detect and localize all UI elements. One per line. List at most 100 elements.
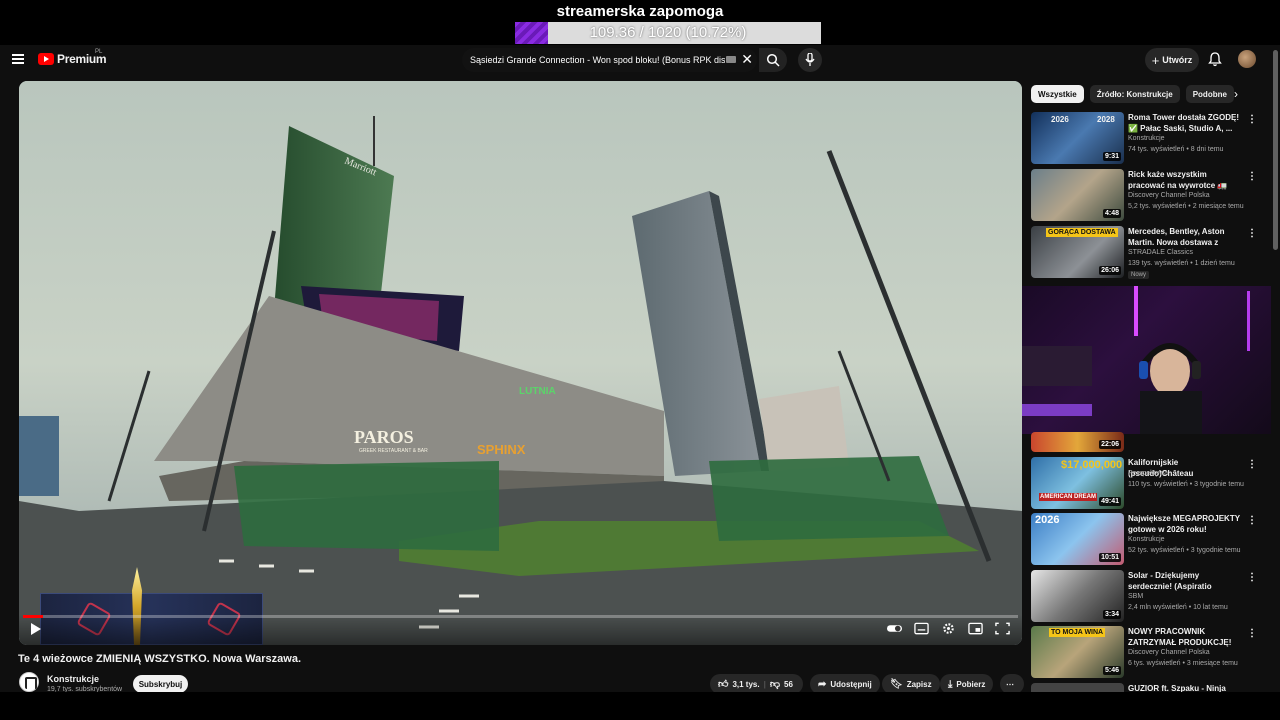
- video-thumbnail[interactable]: $17,000,000 AMERICAN DREAM 49:41: [1031, 457, 1124, 509]
- rec-channel: Discovery Channel Polska: [1128, 192, 1210, 199]
- save-button[interactable]: 🔖︎ Zapisz: [882, 674, 940, 694]
- new-badge: Nowy: [1128, 271, 1150, 279]
- rec-meta: 6 tys. wyświetleń • 3 miesiące temu: [1128, 660, 1238, 667]
- autoplay-toggle-icon[interactable]: [887, 622, 902, 635]
- list-item[interactable]: 22:06: [1031, 400, 1261, 454]
- thumb-label: AMERICAN DREAM: [1039, 493, 1097, 501]
- scrollbar-thumb[interactable]: [1273, 50, 1278, 250]
- duration-badge: 10:51: [1099, 553, 1121, 562]
- rec-channel: Konstrukcje: [1128, 536, 1165, 543]
- duration-badge: 3:34: [1102, 610, 1121, 619]
- rec-meta: 74 tys. wyświetleń • 8 dni temu: [1128, 146, 1224, 153]
- chevron-right-icon[interactable]: ›: [1234, 87, 1238, 101]
- thumb-label: 2028: [1097, 115, 1115, 124]
- miniplayer-icon[interactable]: [968, 622, 983, 635]
- search-input[interactable]: Sąsiedzi Grande Connection - Won spod bl…: [462, 48, 757, 72]
- video-frame: PAROS GREEK RESTAURANT & BAR SPHINX LUTN…: [19, 81, 1022, 645]
- search-icon: [766, 53, 780, 67]
- more-vertical-icon[interactable]: ⋮: [1247, 171, 1257, 182]
- player-controls: [19, 615, 1022, 645]
- rec-meta: 110 tys. wyświetleń • 3 tygodnie temu: [1128, 481, 1244, 488]
- video-progress-bar[interactable]: [23, 615, 1018, 618]
- rec-title: NOWY PRACOWNIK ZATRZYMAŁ PRODUKCJĘ! ...: [1128, 627, 1232, 647]
- duration-badge: 26:06: [1099, 266, 1121, 275]
- save-label: Zapisz: [906, 679, 932, 689]
- list-item[interactable]: 2026 2028 9:31 Roma Tower dostała ZGODĘ!…: [1031, 112, 1261, 166]
- list-item[interactable]: TO MOJA WINA 5:46 NOWY PRACOWNIK ZATRZYM…: [1031, 626, 1261, 680]
- rec-title: Rick każe wszystkim pracować na wywrotce…: [1128, 170, 1228, 190]
- chip-related[interactable]: Podobne: [1185, 85, 1234, 103]
- video-title: Te 4 wieżowce ZMIENIĄ WSZYSTKO. Nowa War…: [18, 653, 301, 665]
- rec-channel: STRADALE Classics: [1128, 249, 1193, 256]
- more-actions-button[interactable]: ⋯: [1000, 674, 1024, 694]
- rec-title: GUZIOR ft. Szpaku - Ninja (prod.: [1128, 684, 1226, 692]
- thumbs-down-icon: 👎︎: [769, 679, 780, 690]
- list-item[interactable]: GORĄCA DOSTAWA 26:06 Mercedes, Bentley, …: [1031, 226, 1261, 280]
- paros-sign: PAROS: [354, 427, 414, 447]
- video-thumbnail[interactable]: [1031, 683, 1124, 692]
- clear-search-icon[interactable]: ✕: [741, 51, 753, 68]
- create-button[interactable]: + Utwórz: [1145, 48, 1199, 72]
- voice-search-button[interactable]: [798, 48, 822, 72]
- masthead: Premium PL Sąsiedzi Grande Connection - …: [0, 45, 1280, 75]
- rec-channel: SBM: [1128, 593, 1144, 600]
- more-vertical-icon[interactable]: ⋮: [1247, 572, 1257, 583]
- download-icon: ⤓: [948, 678, 953, 690]
- play-button[interactable]: [31, 623, 41, 635]
- video-player[interactable]: PAROS GREEK RESTAURANT & BAR SPHINX LUTN…: [19, 81, 1022, 645]
- rec-meta: 52 tys. wyświetleń • 3 tygodnie temu: [1128, 547, 1241, 554]
- video-thumbnail[interactable]: 22:06: [1031, 432, 1124, 452]
- rec-channel: Perspektywa: [1128, 470, 1169, 477]
- subscribe-button[interactable]: Subskrybuj: [133, 675, 188, 693]
- channel-avatar[interactable]: [19, 672, 39, 692]
- menu-icon[interactable]: [12, 54, 24, 64]
- region-code: PL: [95, 49, 103, 55]
- keyboard-icon[interactable]: [726, 56, 736, 63]
- bottom-letterbox: [0, 692, 1280, 720]
- create-label: Utwórz: [1162, 55, 1193, 65]
- chip-source[interactable]: Źródło: Konstrukcje: [1089, 85, 1180, 103]
- donation-goal-title: streamerska zapomoga: [556, 3, 724, 20]
- rec-title: Roma Tower dostała ZGODĘ! ✅ Pałac Saski,…: [1128, 113, 1239, 133]
- chip-all[interactable]: Wszystkie: [1031, 85, 1084, 103]
- video-thumbnail[interactable]: 4:48: [1031, 169, 1124, 221]
- donation-progress-text: 109.36 / 1020 (10.72%): [589, 24, 747, 41]
- rec-meta: 2,4 mln wyświetleń • 10 lat temu: [1128, 604, 1228, 611]
- sphinx-sign: SPHINX: [477, 442, 526, 457]
- more-vertical-icon[interactable]: ⋮: [1247, 228, 1257, 239]
- thumb-label: 2026: [1051, 115, 1069, 124]
- list-item[interactable]: 4:48 Rick każe wszystkim pracować na wyw…: [1031, 169, 1261, 223]
- more-vertical-icon[interactable]: ⋮: [1247, 459, 1257, 470]
- donation-progress-bar: 109.36 / 1020 (10.72%): [515, 22, 821, 44]
- video-thumbnail[interactable]: 3:34: [1031, 570, 1124, 622]
- video-thumbnail[interactable]: GORĄCA DOSTAWA 26:06: [1031, 226, 1124, 278]
- share-button[interactable]: ➦ Udostępnij: [810, 674, 880, 694]
- like-dislike-button[interactable]: 👍︎ 3,1 tys. | 👎︎ 56: [710, 674, 803, 694]
- thumb-label: 2026: [1035, 514, 1060, 526]
- list-item[interactable]: GUZIOR ft. Szpaku - Ninja (prod.: [1031, 683, 1261, 692]
- download-button[interactable]: ⤓ Pobierz: [940, 674, 994, 694]
- search-button[interactable]: [759, 48, 787, 72]
- rec-meta: 5,2 tys. wyświetleń • 2 miesiące temu: [1128, 203, 1244, 210]
- list-item[interactable]: $17,000,000 AMERICAN DREAM 49:41 Kalifor…: [1031, 457, 1261, 511]
- more-horizontal-icon: ⋯: [1006, 679, 1014, 689]
- more-vertical-icon[interactable]: ⋮: [1247, 114, 1257, 125]
- fullscreen-icon[interactable]: [995, 622, 1010, 635]
- more-vertical-icon[interactable]: ⋮: [1247, 515, 1257, 526]
- duration-badge: 49:41: [1099, 497, 1121, 506]
- more-vertical-icon[interactable]: ⋮: [1247, 628, 1257, 639]
- subtitles-icon[interactable]: [914, 622, 929, 635]
- list-item[interactable]: 3:34 Solar - Dziękujemy serdecznie! (Asp…: [1031, 570, 1261, 624]
- settings-gear-icon[interactable]: [941, 622, 956, 635]
- account-avatar[interactable]: [1238, 50, 1256, 68]
- channel-name[interactable]: Konstrukcje: [47, 674, 99, 684]
- list-item[interactable]: 2026 10:51 Największe MEGAPROJEKTY gotow…: [1031, 513, 1261, 567]
- share-arrow-icon: ➦: [818, 678, 827, 690]
- notifications-bell-icon[interactable]: [1208, 52, 1222, 67]
- video-thumbnail[interactable]: 2026 10:51: [1031, 513, 1124, 565]
- search-query: Sąsiedzi Grande Connection - Won spod bl…: [470, 55, 725, 65]
- video-thumbnail[interactable]: 2026 2028 9:31: [1031, 112, 1124, 164]
- thumb-label: GORĄCA DOSTAWA: [1046, 228, 1118, 237]
- screen: streamerska zapomoga 109.36 / 1020 (10.7…: [0, 0, 1280, 720]
- video-thumbnail[interactable]: TO MOJA WINA 5:46: [1031, 626, 1124, 678]
